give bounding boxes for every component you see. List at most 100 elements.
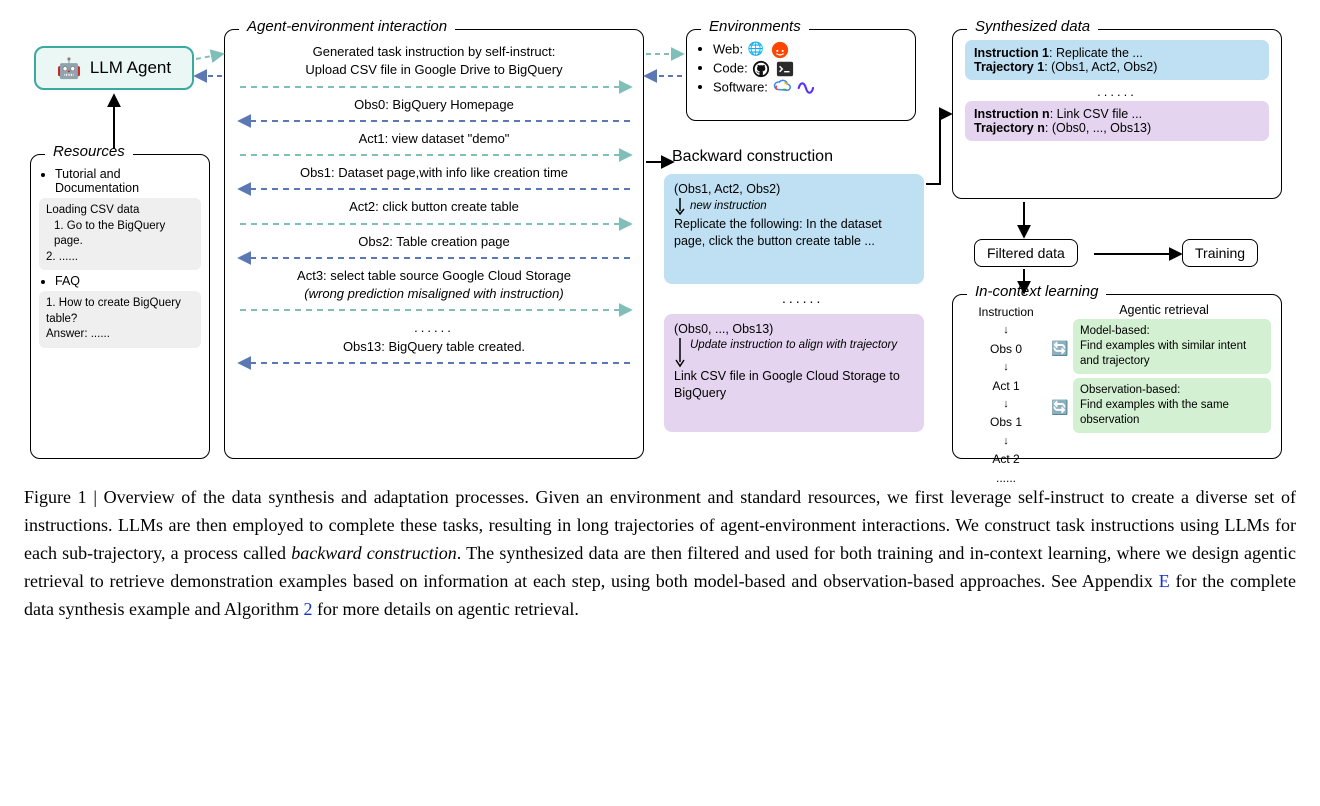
arrow-to-env-4	[235, 303, 635, 317]
synth-dots: ......	[965, 84, 1269, 99]
faq-question: 1. How to create BigQuery table?	[46, 296, 194, 327]
cycle-icon: 🔄	[1051, 399, 1065, 416]
bc2-note: Update instruction to align with traject…	[690, 338, 897, 352]
synth-legend: Synthesized data	[967, 18, 1098, 35]
llm-agent-node: 🤖 LLM Agent	[34, 46, 194, 90]
terminal-icon	[776, 60, 794, 78]
env-software-item: Software:	[713, 79, 905, 97]
bc1-body: Replicate the following: In the dataset …	[674, 216, 914, 250]
model-based-box: Model-based: Find examples with similar …	[1073, 319, 1271, 374]
env-code-label: Code:	[713, 60, 748, 75]
env-software-label: Software:	[713, 79, 768, 94]
synth-entry-n: Instruction n: Link CSV file ... Traject…	[965, 101, 1269, 141]
synth-in-label: Instruction n	[974, 107, 1050, 121]
arrow-to-env-1	[235, 80, 635, 94]
environments-box: Environments Web: 🌐 Code: Software:	[686, 29, 916, 121]
faq-answer: Answer: ......	[46, 327, 194, 343]
observation-based-head: Observation-based:	[1080, 384, 1180, 396]
down-arrow-icon	[674, 198, 686, 216]
backward-box-1: (Obs1, Act2, Obs2) new instruction Repli…	[664, 174, 924, 284]
arrow-from-env-2	[235, 182, 635, 196]
bc2-line1: (Obs0, ..., Obs13)	[674, 321, 914, 338]
tutorial-title: Loading CSV data	[46, 203, 194, 219]
synth-i1-label: Instruction 1	[974, 46, 1049, 60]
synthesized-box: Synthesized data Instruction 1: Replicat…	[952, 29, 1282, 199]
interaction-dots: ......	[235, 320, 633, 336]
globe-icon: 🌐	[748, 41, 766, 59]
shopify-icon	[796, 79, 814, 97]
overview-diagram: 🤖 LLM Agent Resources Tutorial and Docum…	[24, 14, 1294, 474]
backward-title: Backward construction	[672, 148, 833, 166]
env-web-label: Web:	[713, 41, 743, 56]
icl-seq-0: Obs 0	[963, 340, 1049, 359]
bc2-body: Link CSV file in Google Cloud Storage to…	[674, 368, 914, 402]
faq-snippet: 1. How to create BigQuery table? Answer:…	[39, 291, 201, 348]
gen-line2: Upload CSV file in Google Drive to BigQu…	[235, 62, 633, 78]
icl-box: In-context learning Instruction ↓ Obs 0 …	[952, 294, 1282, 459]
observation-based-box: Observation-based: Find examples with th…	[1073, 378, 1271, 433]
synth-i1-body: : Replicate the ...	[1049, 46, 1143, 60]
bc1-line1: (Obs1, Act2, Obs2)	[674, 181, 914, 198]
tutorial-step1: 1. Go to the BigQuery page.	[46, 219, 194, 250]
act2: Act2: click button create table	[235, 199, 633, 215]
obs0: Obs0: BigQuery Homepage	[235, 97, 633, 113]
tutorial-step2: 2. ......	[46, 250, 194, 266]
resources-item-faq: FAQ	[55, 274, 199, 288]
resources-item-tutorial: Tutorial and Documentation	[55, 167, 199, 195]
arrow-from-env-4	[235, 356, 635, 370]
model-based-body: Find examples with similar intent and tr…	[1080, 340, 1246, 367]
observation-based-body: Find examples with the same observation	[1080, 399, 1229, 426]
model-based-head: Model-based:	[1080, 325, 1150, 337]
backward-box-2: (Obs0, ..., Obs13) Update instruction to…	[664, 314, 924, 432]
obs2: Obs2: Table creation page	[235, 234, 633, 250]
icl-seq-4: ......	[963, 469, 1049, 488]
synth-tn-label: Trajectory n	[974, 121, 1045, 135]
synth-in-body: : Link CSV file ...	[1050, 107, 1142, 121]
synth-entry-1: Instruction 1: Replicate the ... Traject…	[965, 40, 1269, 80]
caption-body4: for more details on agentic retrieval.	[312, 599, 578, 619]
arrow-to-env-3	[235, 217, 635, 231]
figure-caption: Figure 1 | Overview of the data synthesi…	[24, 484, 1296, 623]
env-web-item: Web: 🌐	[713, 41, 905, 59]
down-arrow-icon	[674, 338, 686, 368]
act1: Act1: view dataset "demo"	[235, 131, 633, 147]
interaction-box: Agent-environment interaction Generated …	[224, 29, 644, 459]
icl-seq-1: Act 1	[963, 377, 1049, 396]
caption-emph: backward construction	[291, 543, 457, 563]
agentic-retrieval-title: Agentic retrieval	[1057, 303, 1271, 317]
obs1: Obs1: Dataset page,with info like creati…	[235, 165, 633, 181]
synth-t1-body: : (Obs1, Act2, Obs2)	[1044, 60, 1157, 74]
llm-agent-label: LLM Agent	[90, 58, 171, 78]
env-code-item: Code:	[713, 60, 905, 78]
interaction-legend: Agent-environment interaction	[239, 18, 455, 35]
bc1-note: new instruction	[690, 199, 767, 215]
tutorial-snippet: Loading CSV data 1. Go to the BigQuery p…	[39, 198, 201, 270]
synth-t1-label: Trajectory 1	[974, 60, 1044, 74]
robot-icon: 🤖	[57, 56, 82, 81]
caption-prefix: Figure 1 |	[24, 487, 104, 507]
synth-tn-body: : (Obs0, ..., Obs13)	[1045, 121, 1151, 135]
icl-legend: In-context learning	[967, 283, 1106, 300]
github-icon	[752, 60, 770, 78]
obs13: Obs13: BigQuery table created.	[235, 339, 633, 355]
arrow-to-env-2	[235, 148, 635, 162]
resources-box: Resources Tutorial and Documentation Loa…	[30, 154, 210, 459]
icl-trajectory-column: Instruction ↓ Obs 0 ↓ Act 1 ↓ Obs 1 ↓ Ac…	[963, 303, 1049, 489]
resources-legend: Resources	[45, 143, 133, 160]
cycle-icon: 🔄	[1051, 340, 1065, 357]
appendix-link[interactable]: E	[1159, 571, 1170, 591]
google-cloud-icon	[773, 79, 791, 97]
filtered-data-box: Filtered data	[974, 239, 1078, 267]
act3a: Act3: select table source Google Cloud S…	[235, 268, 633, 284]
arrow-from-env-1	[235, 114, 635, 128]
arrow-from-env-3	[235, 251, 635, 265]
act3b: (wrong prediction misaligned with instru…	[235, 286, 633, 302]
reddit-icon	[771, 41, 789, 59]
icl-seq-2: Obs 1	[963, 413, 1049, 432]
icl-seq-3: Act 2	[963, 450, 1049, 469]
environments-legend: Environments	[701, 18, 809, 35]
icl-instruction-head: Instruction	[963, 303, 1049, 322]
training-box: Training	[1182, 239, 1258, 267]
gen-line1: Generated task instruction by self-instr…	[235, 44, 633, 60]
backward-dots: ......	[782, 290, 823, 306]
